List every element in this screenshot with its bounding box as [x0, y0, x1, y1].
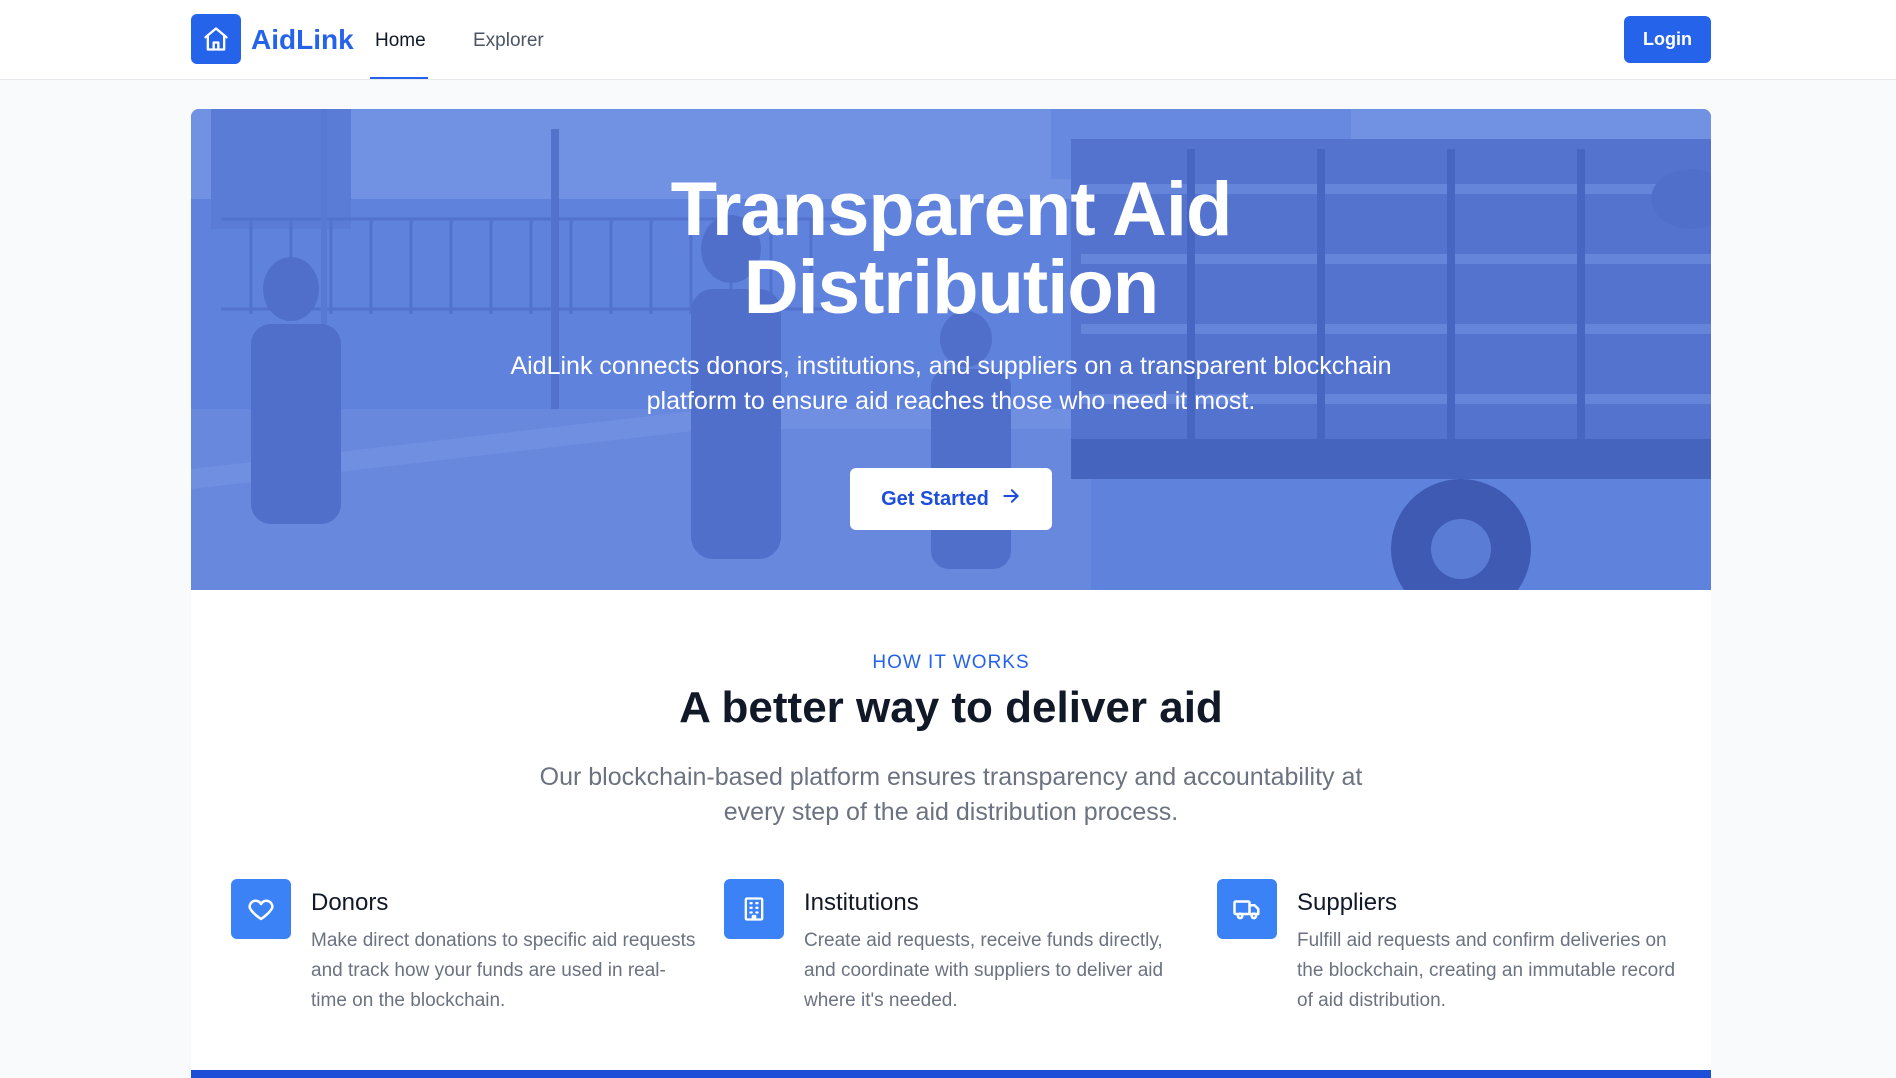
brand-name[interactable]: AidLink [251, 22, 354, 58]
feature-donors: Donors Make direct donations to specific… [231, 879, 695, 1019]
hero-title-line-1: Transparent Aid [670, 167, 1233, 252]
truck-icon [1217, 879, 1277, 939]
hero-title: Transparent Aid Distribution [191, 171, 1711, 327]
next-section-edge [191, 1070, 1711, 1078]
section-title: A better way to deliver aid [679, 683, 1223, 732]
nav-link-home[interactable]: Home [375, 28, 426, 54]
hero-section: Transparent Aid Distribution AidLink con… [191, 109, 1711, 590]
top-navbar: AidLink Home Explorer Login [0, 0, 1896, 80]
feature-suppliers: Suppliers Fulfill aid requests and confi… [1217, 879, 1677, 1019]
home-logo-icon[interactable] [191, 14, 241, 64]
get-started-button[interactable]: Get Started [850, 468, 1052, 530]
feature-title-suppliers: Suppliers [1297, 889, 1398, 916]
feature-title-donors: Donors [311, 889, 389, 916]
section-eyebrow: HOW IT WORKS [872, 652, 1030, 673]
login-button[interactable]: Login [1624, 16, 1711, 63]
feature-text-institutions: Create aid requests, receive funds direc… [804, 930, 1164, 1011]
active-tab-indicator [370, 77, 428, 79]
nav-link-explorer[interactable]: Explorer [473, 28, 544, 54]
section-description: Our blockchain-based platform ensures tr… [539, 763, 1363, 826]
hero-title-line-2: Distribution [743, 245, 1159, 330]
heart-icon [231, 879, 291, 939]
feature-text-suppliers: Fulfill aid requests and confirm deliver… [1297, 930, 1676, 1011]
feature-text-donors: Make direct donations to specific aid re… [311, 930, 696, 1011]
building-icon [724, 879, 784, 939]
how-it-works-section: HOW IT WORKS A better way to deliver aid… [191, 590, 1711, 1078]
feature-title-institutions: Institutions [804, 889, 919, 916]
arrow-right-icon [1001, 486, 1021, 512]
feature-institutions: Institutions Create aid requests, receiv… [724, 879, 1184, 1019]
hero-subtitle: AidLink connects donors, institutions, a… [510, 352, 1392, 415]
get-started-label: Get Started [881, 487, 989, 510]
